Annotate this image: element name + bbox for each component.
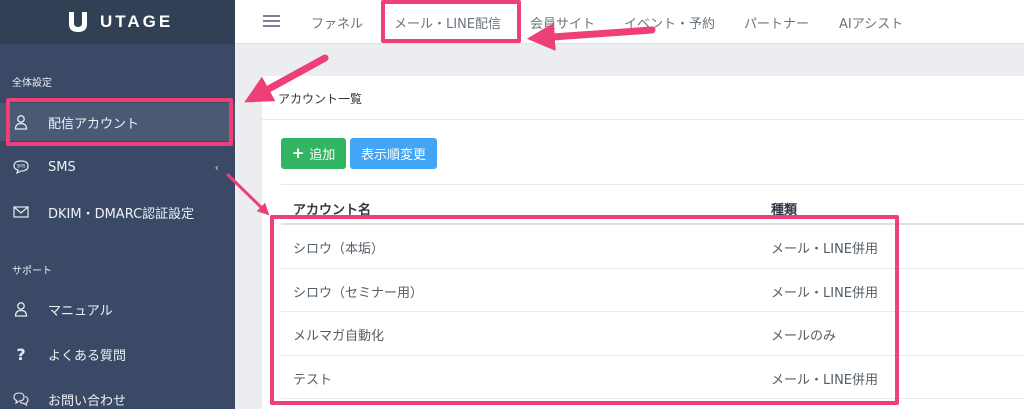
tab-partner[interactable]: パートナー	[744, 0, 809, 44]
tab-ai-assist[interactable]: AIアシスト	[839, 0, 903, 44]
sidebar-item-contact[interactable]: お問い合わせ	[0, 380, 235, 409]
account-name-cell[interactable]: テスト	[293, 369, 332, 388]
sidebar-item-delivery-account[interactable]: 配信アカウント	[0, 103, 235, 141]
table-row[interactable]: テスト メール・LINE併用	[281, 356, 1024, 399]
account-table: アカウント名 種類 シロウ（本垢） メール・LINE併用 シロウ（セミナー用） …	[281, 184, 1024, 399]
tab-member-site[interactable]: 会員サイト	[530, 0, 595, 44]
user-icon	[13, 301, 29, 317]
sidebar-item-label: よくある質問	[48, 348, 127, 364]
sidebar-item-sms[interactable]: SMS SMS ‹	[0, 148, 235, 186]
brand[interactable]: UTAGE	[0, 0, 235, 44]
account-name-cell[interactable]: メルマガ自動化	[293, 325, 384, 344]
reorder-button-label: 表示順変更	[360, 148, 426, 163]
column-header-account-name: アカウント名	[293, 203, 372, 218]
chevron-left-icon[interactable]: ‹	[215, 161, 219, 174]
utage-logo-icon	[69, 12, 87, 32]
sms-icon: SMS	[13, 159, 29, 175]
table-row[interactable]: メルマガ自動化 メールのみ	[281, 312, 1024, 356]
sidebar-item-label: 配信アカウント	[48, 116, 140, 132]
sidebar-item-label: DKIM・DMARC認証設定	[48, 206, 195, 222]
sidebar-item-manual[interactable]: マニュアル	[0, 290, 235, 328]
card-divider	[262, 119, 1024, 120]
app: UTAGE 全体設定 配信アカウント SMS SMS ‹ DKIM・DMARC認…	[0, 0, 1024, 409]
tab-mail-line-delivery[interactable]: メール・LINE配信	[394, 0, 501, 44]
hamburger-menu-icon[interactable]	[263, 12, 280, 30]
svg-text:SMS: SMS	[17, 164, 26, 169]
account-type-cell: メール・LINE併用	[771, 285, 879, 301]
sidebar-item-dkim-dmarc[interactable]: DKIM・DMARC認証設定	[0, 193, 235, 231]
section-label-global-settings: 全体設定	[12, 78, 52, 89]
sidebar-item-faq[interactable]: ? よくある質問	[0, 335, 235, 373]
account-name-cell[interactable]: シロウ（セミナー用）	[293, 282, 423, 301]
account-list-card: アカウント一覧 + 追加 表示順変更 アカウント名 種類 シロウ（本垢） メール…	[262, 76, 1024, 409]
add-button[interactable]: + 追加	[281, 138, 346, 169]
section-label-support: サポート	[12, 266, 52, 277]
tab-funnel[interactable]: ファネル	[311, 0, 363, 44]
card-title: アカウント一覧	[278, 92, 363, 106]
chat-icon	[13, 391, 29, 407]
column-header-type: 種類	[771, 203, 798, 218]
sidebar-item-label: お問い合わせ	[48, 393, 127, 409]
top-navbar: ファネル メール・LINE配信 会員サイト イベント・予約 パートナー AIアシ…	[235, 0, 1024, 44]
user-icon	[13, 114, 29, 130]
table-row[interactable]: シロウ（セミナー用） メール・LINE併用	[281, 269, 1024, 312]
account-name-cell[interactable]: シロウ（本垢）	[293, 238, 384, 257]
plus-icon: +	[291, 144, 305, 162]
table-header: アカウント名 種類	[281, 185, 1024, 225]
tab-event-reservation[interactable]: イベント・予約	[624, 0, 715, 44]
sidebar-item-label: マニュアル	[48, 303, 113, 319]
add-button-label: 追加	[309, 148, 336, 163]
brand-name: UTAGE	[100, 12, 174, 31]
reorder-button[interactable]: 表示順変更	[350, 138, 437, 169]
account-type-cell: メール・LINE併用	[771, 372, 879, 388]
account-type-cell: メールのみ	[771, 329, 837, 344]
account-type-cell: メール・LINE併用	[771, 242, 879, 257]
table-row[interactable]: シロウ（本垢） メール・LINE併用	[281, 225, 1024, 269]
sidebar: UTAGE 全体設定 配信アカウント SMS SMS ‹ DKIM・DMARC認…	[0, 0, 235, 409]
question-icon: ?	[16, 344, 26, 364]
mail-icon	[13, 204, 29, 220]
sidebar-item-label: SMS	[48, 159, 76, 175]
